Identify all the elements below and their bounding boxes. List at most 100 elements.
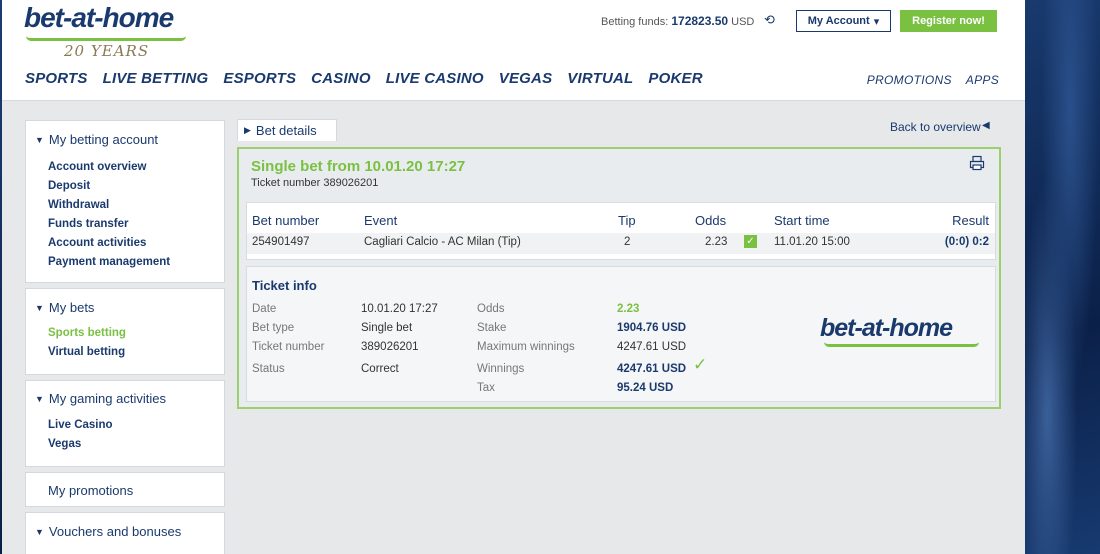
funds-label: Betting funds:: [601, 16, 669, 28]
info-value-ticket-number: 389026201: [361, 341, 419, 353]
sidebar-item-virtual-betting[interactable]: Virtual betting: [48, 346, 125, 358]
caret-down-icon: ▼: [35, 303, 44, 313]
info-label-odds: Odds: [477, 303, 505, 315]
sidebar-item-payment-management[interactable]: Payment management: [48, 256, 170, 268]
nav-item-promotions[interactable]: PROMOTIONS: [867, 73, 952, 87]
nav-item-esports[interactable]: ESPORTS: [223, 70, 296, 87]
register-button[interactable]: Register now!: [900, 10, 997, 32]
nav-item-vegas[interactable]: VEGAS: [499, 70, 553, 87]
cell-event: Cagliari Calcio - AC Milan (Tip): [364, 236, 521, 248]
nav-item-apps[interactable]: APPS: [966, 73, 999, 87]
info-value-date: 10.01.20 17:27: [361, 303, 438, 315]
cell-result: (0:0) 0:2: [944, 236, 989, 248]
my-account-label: My Account: [807, 15, 870, 27]
bets-table: Bet number Event Tip Odds Start time Res…: [246, 202, 996, 260]
cell-start-time: 11.01.20 15:00: [774, 236, 850, 248]
table-row: [247, 233, 995, 254]
sidebar-item-deposit[interactable]: Deposit: [48, 180, 90, 192]
caret-down-icon: ▼: [35, 394, 44, 404]
col-header-event: Event: [364, 213, 398, 228]
sidebar-item-withdrawal[interactable]: Withdrawal: [48, 199, 109, 211]
nav-item-poker[interactable]: POKER: [648, 70, 702, 87]
caret-down-icon: ▼: [35, 135, 44, 145]
info-value-winnings: 4247.61 USD: [617, 363, 687, 375]
col-header-result: Result: [952, 213, 989, 228]
background-right: [1025, 0, 1100, 554]
tab-bet-details[interactable]: ▶ Bet details: [237, 119, 337, 141]
refresh-icon[interactable]: ⟲: [764, 12, 775, 28]
ticket-number-line: Ticket number 389026201: [251, 177, 379, 189]
info-label-max-winnings: Maximum winnings: [477, 341, 575, 353]
cell-tip: 2: [624, 236, 631, 248]
sidebar-item-sports-betting[interactable]: Sports betting: [48, 327, 126, 339]
info-value-tax: 95.24 USD: [617, 382, 674, 394]
sidebar-item-vegas[interactable]: Vegas: [48, 438, 81, 450]
sidebar-section-gaming[interactable]: ▼ My gaming activities: [35, 391, 166, 406]
nav-item-virtual[interactable]: VIRTUAL: [567, 70, 633, 87]
nav-item-live-casino[interactable]: LIVE CASINO: [386, 70, 484, 87]
col-header-odds: Odds: [695, 213, 727, 228]
print-icon[interactable]: [969, 155, 985, 171]
brand-logo: bet-at-home: [820, 314, 979, 347]
caret-down-icon: ▼: [35, 527, 44, 537]
won-check-icon: ✓: [744, 235, 757, 248]
winnings-check-icon: ✓: [693, 355, 708, 374]
bet-details-card: Single bet from 10.01.20 17:27 Ticket nu…: [237, 147, 1001, 409]
col-header-tip: Tip: [618, 213, 636, 228]
secondary-nav: PROMOTIONS APPS: [867, 73, 999, 87]
caret-right-icon: ▶: [244, 125, 251, 135]
funds-currency: USD: [731, 16, 755, 28]
sidebar-section-betting-account[interactable]: ▼ My betting account: [35, 132, 158, 147]
info-value-max-winnings: 4247.61 USD: [617, 341, 687, 353]
info-label-ticket-number: Ticket number: [252, 341, 325, 353]
sidebar-section-my-bets[interactable]: ▼ My bets: [35, 300, 94, 315]
logo-years: 20 YEARS: [64, 42, 150, 60]
info-value-status: Correct: [361, 363, 399, 375]
sidebar-my-bets: ▼ My bets Sports betting Virtual betting: [25, 288, 225, 375]
info-value-stake: 1904.76 USD: [617, 322, 687, 334]
sidebar-item-live-casino[interactable]: Live Casino: [48, 419, 113, 431]
logo-text: bet-at-home: [24, 2, 174, 33]
sidebar-section-vouchers[interactable]: ▼ Vouchers and bonuses: [35, 524, 181, 539]
my-account-button[interactable]: My Account ▾: [796, 10, 891, 32]
brand-logo-swoosh: [824, 342, 979, 347]
back-to-overview-link[interactable]: Back to overview: [890, 120, 981, 134]
section-title: My gaming activities: [48, 391, 166, 406]
nav-item-casino[interactable]: CASINO: [311, 70, 371, 87]
sidebar-item-funds-transfer[interactable]: Funds transfer: [48, 218, 129, 230]
brand-logo-text: bet-at-home: [820, 314, 953, 342]
info-label-tax: Tax: [477, 382, 495, 394]
info-label-status: Status: [252, 363, 285, 375]
info-label-date: Date: [252, 303, 277, 315]
sidebar-vouchers: ▼ Vouchers and bonuses: [25, 512, 225, 554]
sidebar-item-account-activities[interactable]: Account activities: [48, 237, 146, 249]
betting-funds: Betting funds: 172823.50 USD: [601, 14, 754, 28]
caret-left-icon[interactable]: ◀: [982, 120, 990, 131]
col-header-bet-number: Bet number: [252, 213, 320, 228]
ticket-info-title: Ticket info: [252, 278, 317, 293]
info-label-winnings: Winnings: [477, 363, 525, 375]
sidebar-promotions: My promotions: [25, 472, 225, 507]
funds-value: 172823.50: [671, 14, 729, 28]
nav-item-live-betting[interactable]: LIVE BETTING: [103, 70, 209, 87]
logo-swoosh: [26, 36, 186, 41]
section-title: My betting account: [48, 132, 159, 147]
tab-label: Bet details: [255, 123, 317, 138]
page: bet-at-home 20 YEARS Betting funds: 1728…: [2, 0, 1025, 554]
site-header: bet-at-home 20 YEARS Betting funds: 1728…: [2, 0, 1025, 101]
nav-item-sports[interactable]: SPORTS: [25, 70, 88, 87]
sidebar-item-account-overview[interactable]: Account overview: [48, 161, 146, 173]
info-value-odds: 2.23: [617, 303, 640, 315]
section-title: Vouchers and bonuses: [48, 524, 182, 539]
info-label-bet-type: Bet type: [252, 322, 295, 334]
logo[interactable]: bet-at-home 20 YEARS: [24, 2, 186, 60]
cell-bet-number: 254901497: [252, 236, 310, 248]
main-nav: SPORTS LIVE BETTING ESPORTS CASINO LIVE …: [25, 70, 703, 87]
info-value-bet-type: Single bet: [361, 322, 413, 334]
section-title: My bets: [48, 300, 95, 315]
bet-title: Single bet from 10.01.20 17:27: [251, 158, 466, 175]
col-header-start-time: Start time: [774, 213, 830, 228]
sidebar-betting-account: ▼ My betting account Account overview Dep…: [25, 120, 225, 283]
sidebar-item-my-promotions[interactable]: My promotions: [48, 483, 133, 498]
chevron-down-icon: ▾: [873, 15, 880, 28]
